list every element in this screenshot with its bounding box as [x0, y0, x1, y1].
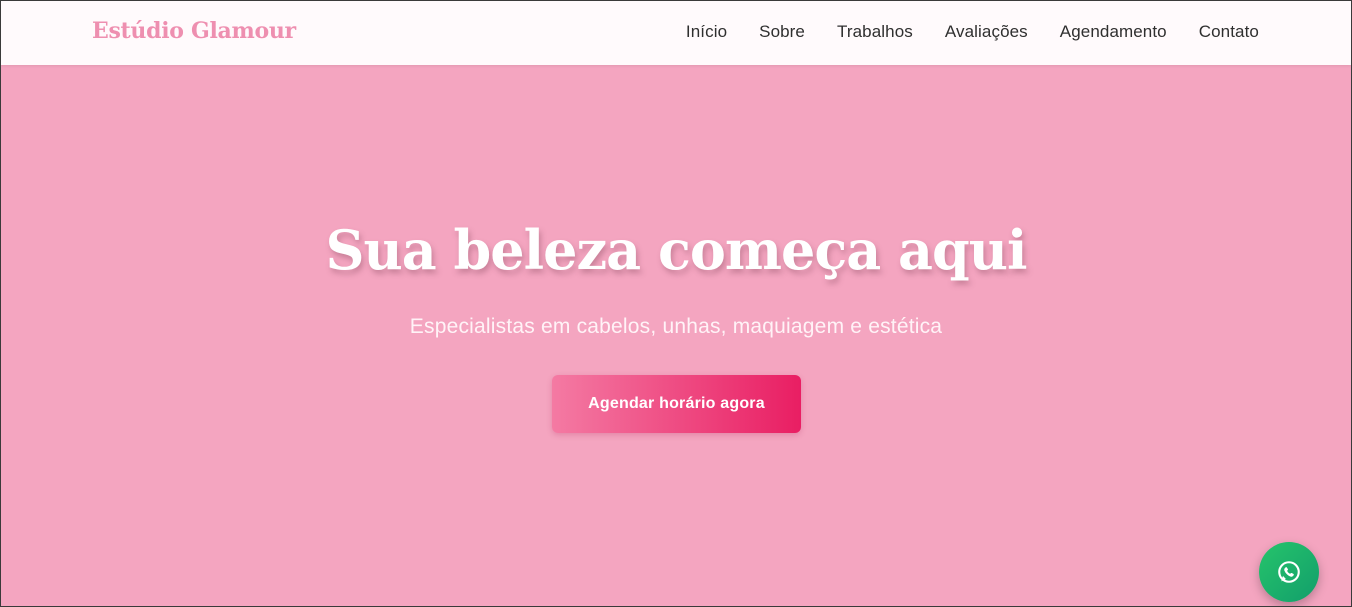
- nav-item-agendamento[interactable]: Agendamento: [1060, 22, 1167, 42]
- whatsapp-icon: [1276, 559, 1302, 585]
- browser-viewport: Estúdio Glamour Início Sobre Trabalhos A…: [0, 0, 1352, 607]
- nav-item-avaliacoes[interactable]: Avaliações: [945, 22, 1028, 42]
- whatsapp-button[interactable]: [1259, 542, 1319, 602]
- nav-item-trabalhos[interactable]: Trabalhos: [837, 22, 913, 42]
- nav-item-sobre[interactable]: Sobre: [759, 22, 805, 42]
- nav-item-inicio[interactable]: Início: [686, 22, 727, 42]
- hero-subtitle: Especialistas em cabelos, unhas, maquiag…: [409, 315, 943, 338]
- book-appointment-button[interactable]: Agendar horário agora: [552, 375, 801, 433]
- hero-section: Sua beleza começa aqui Especialistas em …: [1, 65, 1351, 606]
- site-header: Estúdio Glamour Início Sobre Trabalhos A…: [1, 1, 1351, 65]
- main-nav: Início Sobre Trabalhos Avaliações Agenda…: [686, 22, 1259, 42]
- nav-item-contato[interactable]: Contato: [1199, 22, 1259, 42]
- brand-logo[interactable]: Estúdio Glamour: [92, 18, 296, 44]
- hero-title: Sua beleza começa aqui: [325, 218, 1027, 282]
